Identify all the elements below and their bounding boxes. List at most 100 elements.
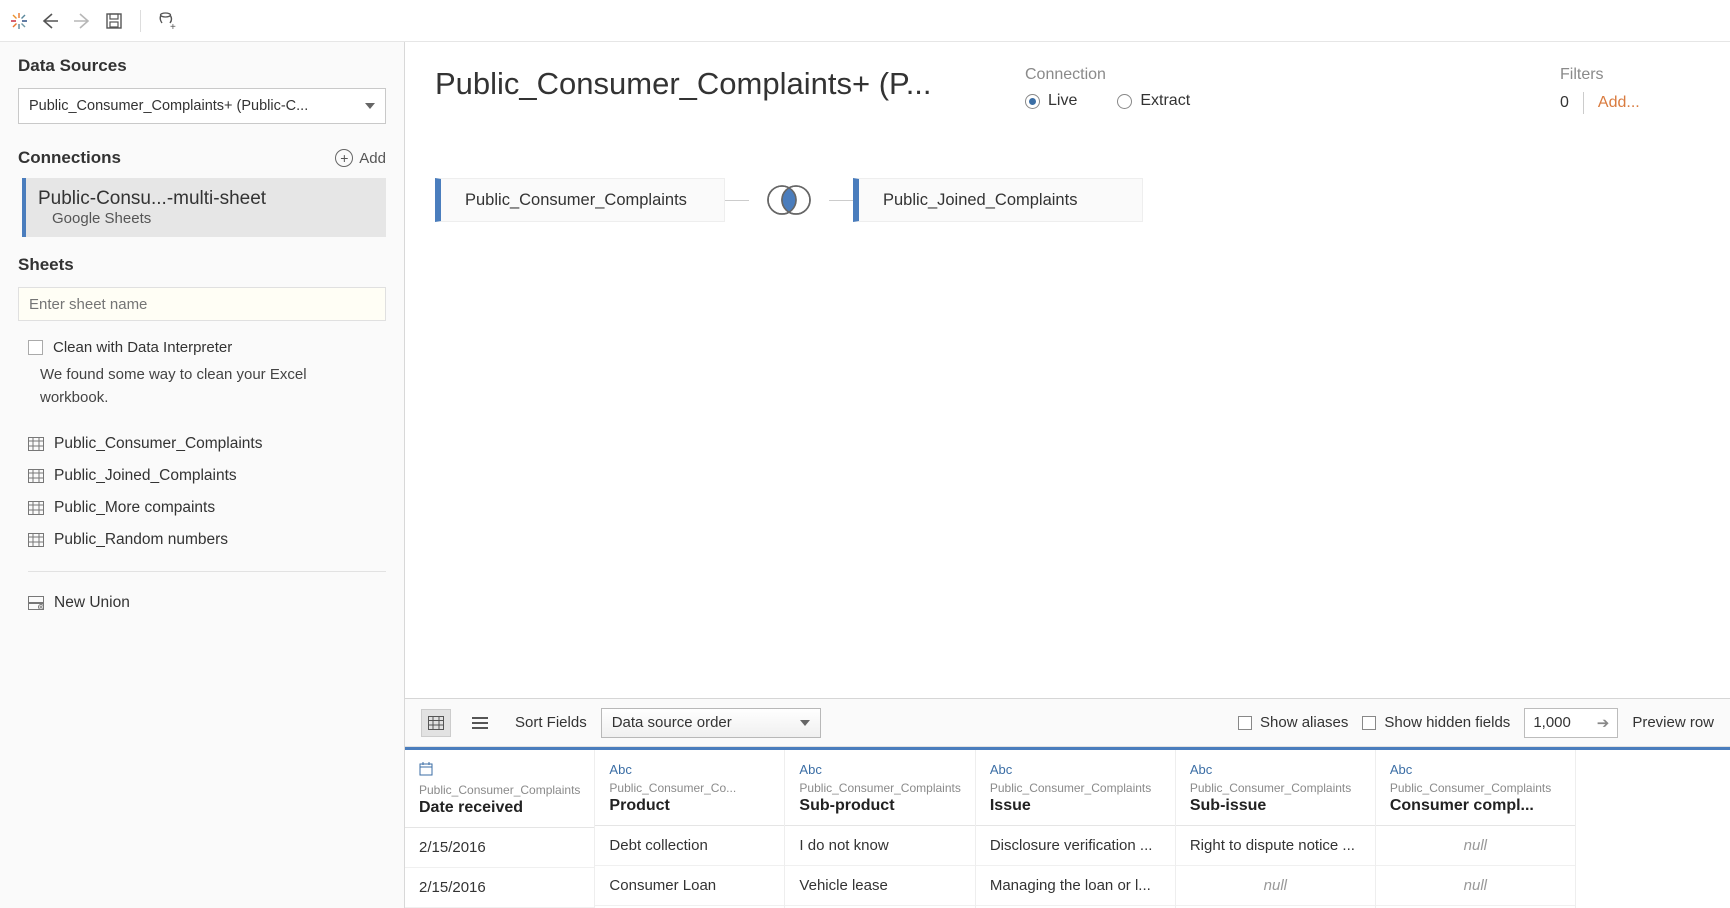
table-cell[interactable]: null [1376,866,1575,906]
table-icon [28,501,44,515]
toolbar-separator [140,10,141,32]
clean-checkbox-row[interactable]: Clean with Data Interpreter [28,339,386,356]
refresh-add-icon[interactable]: + [157,11,177,31]
table-cell[interactable]: 2/15/2016 [405,868,594,908]
table-cell[interactable]: 2/15/2016 [405,828,594,868]
date-type-icon [419,762,580,779]
connection-extract-radio[interactable]: Extract [1117,92,1190,110]
data-sources-heading: Data Sources [18,56,386,76]
table-column: Abc Public_Consumer_Complaints Sub-issue Ri… [1176,750,1376,908]
table-cell[interactable]: null [1376,826,1575,866]
connections-heading: Connections [18,148,121,168]
checkbox-icon [1238,716,1252,730]
data-source-title[interactable]: Public_Consumer_Complaints+ (P... [435,66,975,114]
table-column: Public_Consumer_Complaints Date received 2… [405,750,595,908]
join-canvas[interactable]: Public_Consumer_Complaints Public_Joined… [405,118,1730,698]
table-column: AbcPublic_Consumer_Co...ProductDebt coll… [595,750,785,908]
top-toolbar: + [0,0,1730,42]
data-source-selected: Public_Consumer_Complaints+ (Public-C... [29,98,308,114]
column-source: Public_Consumer_Co... [609,781,770,795]
connection-label: Connection [1025,66,1510,84]
column-name: Product [609,797,770,815]
show-aliases-checkbox[interactable]: Show aliases [1238,714,1348,731]
column-name: Date received [419,799,580,817]
abc-type-label: Abc [990,762,1161,777]
column-source: Public_Consumer_Complaints [419,783,580,797]
sheet-item[interactable]: Public_Random numbers [28,527,386,553]
add-filter-link[interactable]: Add... [1598,94,1640,112]
table-icon [28,469,44,483]
preview-rows-label: Preview row [1632,714,1714,731]
table-cell[interactable]: Debt collection [595,826,784,866]
list-view-toggle[interactable] [465,709,495,737]
column-header[interactable]: Abc Public_Consumer_Complaints Issue [976,750,1175,826]
chevron-down-icon [365,103,375,109]
right-pane: Public_Consumer_Complaints+ (P... Connec… [405,42,1730,908]
abc-type-label: Abc [799,762,960,777]
connection-live-radio[interactable]: Live [1025,92,1077,110]
divider [28,571,386,572]
checkbox-icon [28,340,43,355]
plus-circle-icon: + [335,149,353,167]
table-cell[interactable]: Managing the loan or l... [976,866,1175,906]
data-grid: Public_Consumer_Complaints Date received 2… [405,747,1730,908]
sheet-search-input[interactable] [18,287,386,321]
save-icon[interactable] [104,11,124,31]
column-header[interactable]: Public_Consumer_Complaints Date received [405,750,594,828]
sheets-heading: Sheets [18,255,386,275]
column-name: Consumer compl... [1390,797,1561,815]
table-column: AbcPublic_Consumer_ComplaintsSub-product… [785,750,975,908]
table-icon [28,533,44,547]
sheet-item[interactable]: Public_Consumer_Complaints [28,431,386,457]
table-cell[interactable]: Right to dispute notice ... [1176,826,1375,866]
column-source: Public_Consumer_Complaints [1390,781,1561,795]
show-hidden-checkbox[interactable]: Show hidden fields [1362,714,1510,731]
column-header[interactable]: AbcPublic_Consumer_ComplaintsSub-product [785,750,974,826]
svg-text:+: + [170,22,176,31]
connection-item[interactable]: Public-Consu...-multi-sheet Google Sheet… [22,178,386,237]
forward-icon[interactable] [72,11,92,31]
abc-type-label: Abc [1190,762,1361,777]
abc-type-label: Abc [1390,762,1561,777]
preview-rows-input[interactable]: 1,000 ➔ [1524,708,1618,738]
table-cell[interactable]: Disclosure verification ... [976,826,1175,866]
column-name: Sub-issue [1190,797,1361,815]
separator [1583,92,1584,114]
join-table-b[interactable]: Public_Joined_Complaints [853,178,1143,222]
new-union-button[interactable]: New Union [28,590,386,616]
column-header[interactable]: Abc Public_Consumer_Complaints Sub-issue [1176,750,1375,826]
table-icon [28,437,44,451]
filters-label: Filters [1560,66,1700,84]
radio-selected-icon [1025,94,1040,109]
union-icon [28,596,44,610]
column-source: Public_Consumer_Complaints [990,781,1161,795]
chevron-down-icon [800,720,810,726]
table-column: Abc Public_Consumer_Complaints Consumer co… [1376,750,1576,908]
table-cell[interactable]: Vehicle lease [785,866,974,906]
data-source-dropdown[interactable]: Public_Consumer_Complaints+ (Public-C... [18,88,386,124]
join-type-button[interactable] [749,184,829,216]
clean-hint: We found some way to clean your Excel wo… [40,364,376,409]
table-column: Abc Public_Consumer_Complaints Issue Disclo… [976,750,1176,908]
table-cell[interactable]: Consumer Loan [595,866,784,906]
sort-fields-dropdown[interactable]: Data source order [601,708,821,738]
column-name: Sub-product [799,797,960,815]
column-header[interactable]: Abc Public_Consumer_Complaints Consumer co… [1376,750,1575,826]
filters-count: 0 [1560,94,1569,112]
column-source: Public_Consumer_Complaints [1190,781,1361,795]
sheet-item[interactable]: Public_Joined_Complaints [28,463,386,489]
data-preview: Sort Fields Data source order Show alias… [405,698,1730,908]
table-cell[interactable]: null [1176,866,1375,906]
grid-view-toggle[interactable] [421,709,451,737]
column-header[interactable]: AbcPublic_Consumer_Co...Product [595,750,784,826]
sheet-item[interactable]: Public_More compaints [28,495,386,521]
connection-subtitle: Google Sheets [38,210,374,227]
column-name: Issue [990,797,1161,815]
tableau-logo-icon [10,12,28,30]
add-connection-button[interactable]: + Add [335,149,386,167]
join-table-a[interactable]: Public_Consumer_Complaints [435,178,725,222]
sheet-list: Public_Consumer_Complaints Public_Joined… [28,431,386,616]
table-cell[interactable]: I do not know [785,826,974,866]
radio-icon [1117,94,1132,109]
back-icon[interactable] [40,11,60,31]
